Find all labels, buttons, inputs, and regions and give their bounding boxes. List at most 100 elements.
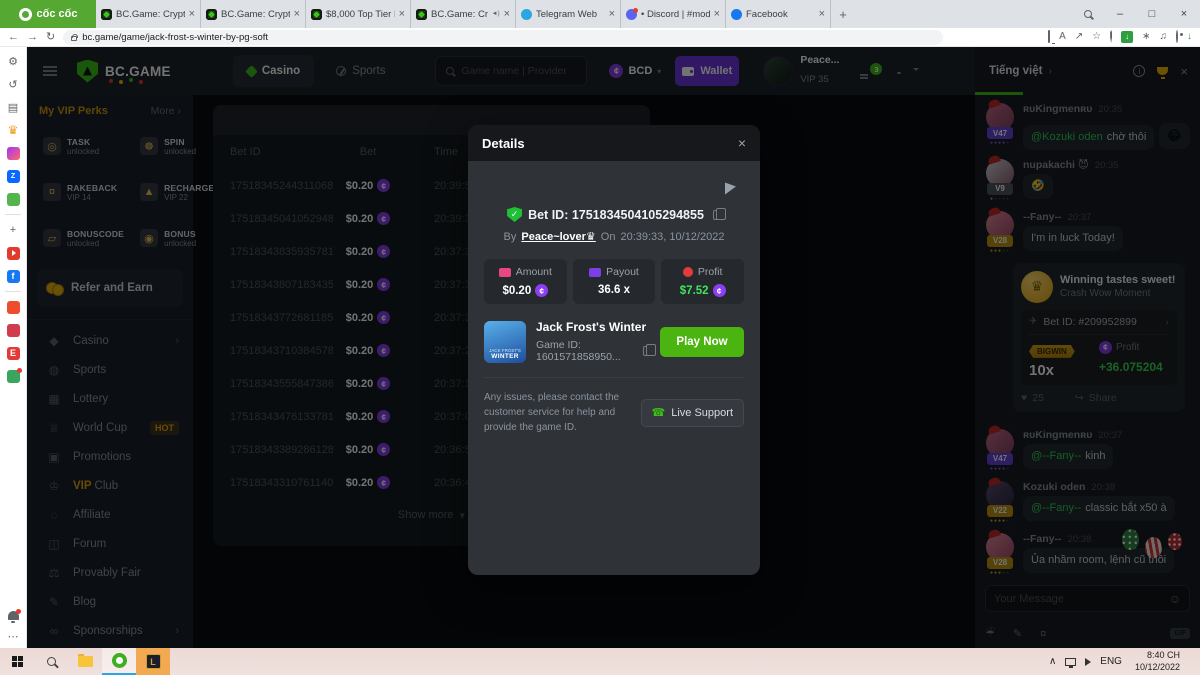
refresh-button[interactable]: ↻ <box>46 32 55 43</box>
sidebar-menu-item[interactable]: ▣ Promotions <box>27 442 193 471</box>
currency-selector[interactable]: BCD ▾ <box>609 64 661 78</box>
close-window-button[interactable]: × <box>1168 0 1200 28</box>
network-icon[interactable] <box>1065 658 1076 666</box>
chat-username[interactable]: --Fany-- <box>1023 533 1062 545</box>
live-support-button[interactable]: ☎ Live Support <box>641 399 744 427</box>
start-button[interactable] <box>0 648 34 675</box>
chat-username[interactable]: nupakachi 😈 <box>1023 159 1089 171</box>
tab-close-icon[interactable]: × <box>399 8 405 20</box>
youtube-icon[interactable] <box>5 245 21 261</box>
vip-perks-more[interactable]: More › <box>151 105 181 117</box>
tab-close-icon[interactable]: × <box>189 8 195 20</box>
browser-tab[interactable]: BC.Game: Crypto Cas ◄) × <box>411 0 516 28</box>
share-forward-icon[interactable] <box>725 180 742 195</box>
url-field[interactable]: bc.game/game/jack-frost-s-winter-by-pg-s… <box>63 30 943 45</box>
share-label[interactable]: Share <box>1089 392 1117 404</box>
downloads-icon[interactable]: ↓ <box>1187 32 1192 42</box>
contest-trophy-icon[interactable] <box>1157 67 1168 75</box>
tab-close-icon[interactable]: × <box>819 8 825 20</box>
chat-rules-info-icon[interactable] <box>1133 65 1145 77</box>
add-shortcut-icon[interactable]: + <box>5 222 21 238</box>
browser-tab[interactable]: Telegram Web × <box>516 0 621 28</box>
clock[interactable]: 8:40 CH 10/12/2022 <box>1131 650 1180 673</box>
send-to-device-icon[interactable] <box>1048 32 1050 42</box>
refer-and-earn[interactable]: Refer and Earn <box>37 269 183 307</box>
tab-close-icon[interactable]: × <box>714 8 720 20</box>
taskbar-league-icon[interactable]: L <box>136 648 170 675</box>
browser-tab[interactable]: BC.Game: Crypto Casino × <box>96 0 201 28</box>
app-shortcut-icon[interactable] <box>5 322 21 338</box>
sidebar-menu-item[interactable]: ◆ Casino › <box>27 326 193 355</box>
sidebar-menu-item[interactable]: ☎ Live Support <box>27 645 193 648</box>
rain-icon[interactable]: ☔ <box>985 627 995 640</box>
tray-expand-icon[interactable]: ∧ <box>1049 656 1056 667</box>
vip-perk-card[interactable]: ◉ BONUSunlocked <box>134 217 220 259</box>
media-icon[interactable]: ♫ <box>1160 32 1168 42</box>
browser-tab[interactable]: BC.Game: Crypto Casino × <box>201 0 306 28</box>
tab-close-icon[interactable]: × <box>609 8 615 20</box>
chevron-right-icon[interactable]: › <box>1048 66 1051 77</box>
more-icon[interactable]: ⋯ <box>5 628 21 644</box>
sidebar-menu-item[interactable]: ♔ VIP Club <box>27 471 193 500</box>
vip-perk-card[interactable]: ☸ SPINunlocked <box>134 125 220 167</box>
sidebar-menu-item[interactable]: ♕ World Cup HOT <box>27 413 193 442</box>
hamburger-menu-icon[interactable] <box>43 66 57 76</box>
vip-perk-card[interactable]: ◎ TASKunlocked <box>37 125 130 167</box>
chat-username[interactable]: ʀᴜKingmenʀᴜ <box>1023 103 1092 115</box>
chat-language-tab[interactable]: Tiếng việt <box>989 65 1042 77</box>
browser-tab[interactable]: • Discord | #mod-anno × <box>621 0 726 28</box>
bookmark-star-icon[interactable]: ☆ <box>1092 32 1101 42</box>
play-now-button[interactable]: Play Now <box>660 327 744 357</box>
mention[interactable]: @--Fany-- <box>1031 502 1081 514</box>
sidebar-menu-item[interactable]: ∞ Sponsorships › <box>27 616 193 645</box>
minimize-button[interactable]: – <box>1104 0 1136 28</box>
file-explorer-icon[interactable] <box>68 648 102 675</box>
forward-button[interactable]: → <box>27 32 38 43</box>
chat-message-input[interactable] <box>994 593 1169 605</box>
browser-brand[interactable]: cốc cốc <box>0 0 96 28</box>
history-icon[interactable]: ↺ <box>5 76 21 92</box>
facebook-icon[interactable]: f <box>5 268 21 284</box>
settings-gear-icon[interactable]: ⚙ <box>5 53 21 69</box>
new-tab-button[interactable]: + <box>831 0 855 28</box>
like-heart-icon[interactable]: ♥ <box>1021 392 1027 404</box>
user-avatar[interactable] <box>763 56 793 86</box>
taskbar-coccoc-icon[interactable] <box>102 648 136 675</box>
copy-icon[interactable] <box>643 346 650 356</box>
browser-tab[interactable]: $8,000 Top Tier PGSoft M × <box>306 0 411 28</box>
messenger-icon[interactable] <box>5 145 21 161</box>
chat-username[interactable]: ʀᴜKingmenʀᴜ <box>1023 429 1092 441</box>
feed-icon[interactable]: ▤ <box>5 99 21 115</box>
chat-input[interactable]: ☺ <box>985 585 1190 612</box>
user-info[interactable]: Peace... VIP 35 <box>800 54 839 87</box>
mention[interactable]: @Kozuki oden <box>1031 131 1103 143</box>
zalo-icon[interactable]: Z <box>5 168 21 184</box>
chat-close-icon[interactable]: × <box>1180 65 1188 78</box>
bcgame-logo[interactable]: BC.GAME <box>77 60 171 83</box>
nav-sports[interactable]: Sports <box>324 55 397 87</box>
sidebar-menu-item[interactable]: ◫ Forum <box>27 529 193 558</box>
profile-icon[interactable] <box>1176 32 1178 42</box>
vip-perk-card[interactable]: ¤ RAKEBACKVIP 14 <box>37 171 130 213</box>
chat-username[interactable]: --Fany-- <box>1023 211 1062 223</box>
win-card-bet-row[interactable]: ✈ Bet ID: #209952899 › <box>1029 316 1169 335</box>
bets-tab[interactable] <box>233 105 328 135</box>
bets-tab[interactable] <box>328 105 423 135</box>
copy-icon[interactable] <box>713 210 721 220</box>
gif-icon[interactable]: GIF <box>1170 628 1190 639</box>
vip-perk-card[interactable]: ▲ RECHARGEVIP 22 <box>134 171 220 213</box>
sidebar-menu-item[interactable]: ◌ Affiliate <box>27 500 193 529</box>
green-app-icon[interactable] <box>5 368 21 384</box>
wallet-button[interactable]: Wallet <box>675 56 739 86</box>
back-button[interactable]: ← <box>8 32 19 43</box>
extensions-icon[interactable]: ∗ <box>1142 32 1150 42</box>
taskbar-search-icon[interactable] <box>34 648 68 675</box>
coinflip-icon[interactable]: ¤ <box>1040 628 1046 640</box>
tab-close-icon[interactable]: × <box>504 8 510 20</box>
nav-casino[interactable]: Casino <box>233 55 314 87</box>
shopee-icon[interactable] <box>5 299 21 315</box>
vip-perk-card[interactable]: ▱ BONUSCODEunlocked <box>37 217 130 259</box>
game-search[interactable] <box>435 56 587 86</box>
share-arrow-icon[interactable]: ↪ <box>1075 392 1084 404</box>
games-icon[interactable] <box>5 191 21 207</box>
